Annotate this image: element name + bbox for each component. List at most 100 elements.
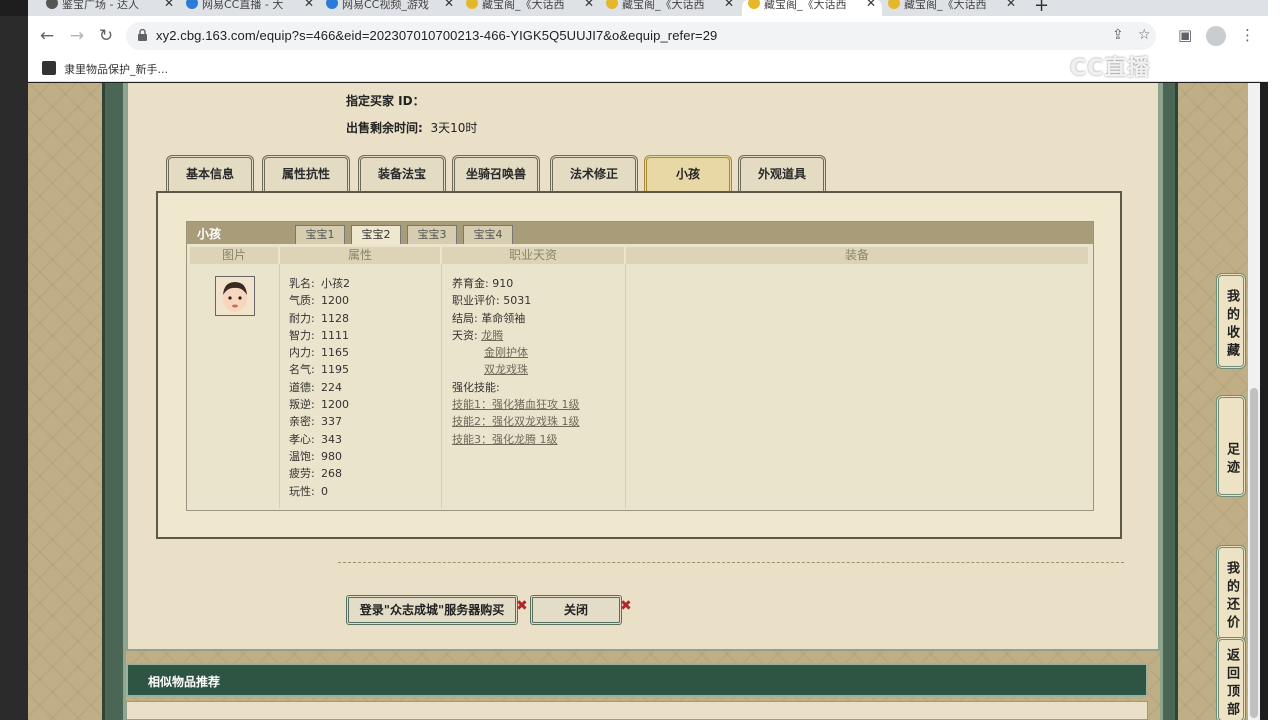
attr-row: 疲劳: 268 — [289, 465, 350, 482]
cbg-favicon-icon — [606, 0, 618, 9]
job-talent-list: 养育金: 910 职业评价: 5031 结局: 革命领袖 天资: 龙腾 金刚护体… — [452, 275, 580, 448]
attr-row: 叛逆: 1200 — [289, 396, 350, 413]
attr-value: 1111 — [321, 328, 349, 342]
forward-icon[interactable]: → — [66, 25, 88, 47]
back-icon[interactable]: ← — [36, 25, 58, 47]
my-offers-button[interactable]: 我的还价 — [1216, 545, 1246, 641]
page-content: 指定买家 ID： 出售剩余时间: 3天10时 基本信息 属性抗性 装备法宝 坐骑… — [28, 83, 1248, 720]
cbg-favicon-icon — [888, 0, 900, 9]
similar-items-title: 相似物品推荐 — [148, 675, 221, 689]
eval-key: 职业评价: — [452, 294, 500, 308]
talent-link[interactable]: 龙腾 — [481, 329, 503, 342]
footprint-button[interactable]: 足迹 — [1216, 395, 1246, 497]
tab-appearance[interactable]: 外观道具 — [738, 155, 826, 191]
scrollbar-thumb[interactable] — [1250, 388, 1258, 718]
left-frame-pillar — [102, 83, 126, 720]
close-button[interactable]: 关闭 — [530, 595, 622, 625]
tab-child[interactable]: 小孩 — [644, 155, 732, 191]
tab-baby-2[interactable]: 宝宝2 — [351, 225, 401, 244]
attr-row: 孝心: 343 — [289, 431, 350, 448]
browser-tab[interactable]: 藏宝阁_《大话西 ✕ — [600, 0, 740, 16]
menu-icon[interactable]: ⋮ — [1240, 26, 1255, 44]
my-favorites-button[interactable]: 我的收藏 — [1216, 273, 1246, 369]
browser-tab[interactable]: 网易CC视频_游戏 ✕ — [320, 0, 460, 16]
stream-watermark: CC直播 — [1070, 56, 1151, 81]
buyer-id-label: 指定买家 ID： — [346, 94, 425, 108]
tab-baby-3[interactable]: 宝宝3 — [407, 225, 457, 244]
child-header: 小孩 宝宝1 宝宝2 宝宝3 宝宝4 — [187, 222, 1093, 244]
tab-strip: 鉴宝广场 - 达人 ✕ 网易CC直播 - 大 ✕ 网易CC视频_游戏 ✕ 藏宝阁_《大… — [28, 0, 1268, 16]
attr-row: 道德: 224 — [289, 379, 350, 396]
tab-spell-correction[interactable]: 法术修正 — [550, 155, 638, 191]
close-icon[interactable]: ✕ — [584, 0, 594, 9]
tab-baby-4[interactable]: 宝宝4 — [463, 225, 513, 244]
url-text[interactable]: xy2.cbg.163.com/equip?s=466&eid=20230701… — [156, 28, 717, 43]
lock-icon — [138, 29, 147, 41]
column-picture: 图片 — [190, 247, 278, 264]
attr-row: 内力: 1165 — [289, 344, 350, 361]
tab-label: 网易CC直播 - 大 — [202, 0, 284, 11]
skill-link[interactable]: 技能2：强化双龙戏珠 1级 — [452, 415, 580, 428]
bookmark-item[interactable]: 隶里物品保护_新手... — [64, 61, 168, 77]
back-to-top-button[interactable]: 返回顶部 — [1216, 637, 1246, 720]
skill-link[interactable]: 技能3：强化龙腾 1级 — [452, 433, 558, 446]
job-row: 双龙戏珠 — [452, 361, 580, 378]
tab-equipment[interactable]: 装备法宝 — [358, 155, 446, 191]
attr-key: 气质: — [289, 294, 315, 308]
attr-value: 224 — [321, 380, 342, 394]
attr-value: 1200 — [321, 398, 349, 412]
skill-key: 强化技能: — [452, 380, 500, 394]
browser-window: 鉴宝广场 - 达人 ✕ 网易CC直播 - 大 ✕ 网易CC视频_游戏 ✕ 藏宝阁_《大… — [0, 0, 1280, 720]
column-divider — [625, 264, 626, 508]
tab-label: 藏宝阁_《大话西 — [482, 0, 565, 11]
browser-tab[interactable]: 网易CC直播 - 大 ✕ — [180, 0, 320, 16]
attr-key: 内力: — [289, 346, 315, 360]
share-icon[interactable]: ⇪ — [1112, 27, 1124, 43]
close-icon[interactable]: ✕ — [1006, 0, 1016, 9]
page-scrollbar[interactable] — [1248, 83, 1260, 720]
attr-key: 智力: — [289, 328, 315, 342]
child-panel: 小孩 宝宝1 宝宝2 宝宝3 宝宝4 图片 属性 职业天资 装备 乳名: 小孩2… — [156, 191, 1122, 539]
column-equipment: 装备 — [626, 247, 1088, 264]
address-bar[interactable]: xy2.cbg.163.com/equip?s=466&eid=20230701… — [126, 22, 1156, 50]
close-icon[interactable]: ✕ — [724, 0, 734, 9]
attr-value: 0 — [321, 484, 328, 498]
star-icon[interactable]: ☆ — [1138, 27, 1151, 43]
talent-link[interactable]: 金刚护体 — [484, 346, 528, 359]
fund-key: 养育金: — [452, 277, 489, 290]
browser-tab[interactable]: 鉴宝广场 - 达人 ✕ — [40, 0, 180, 16]
browser-tab-active[interactable]: 藏宝阁_《大话西 ✕ — [742, 0, 882, 16]
close-icon[interactable]: ✕ — [444, 0, 454, 9]
browser-tab[interactable]: 藏宝阁_《大话西 ✕ — [882, 0, 1022, 16]
tab-basic-info[interactable]: 基本信息 — [166, 155, 254, 191]
close-icon[interactable]: ✕ — [866, 0, 876, 9]
browser-tab[interactable]: 藏宝阁_《大话西 ✕ — [460, 0, 600, 16]
sidepanel-icon[interactable]: ▣ — [1178, 26, 1192, 44]
attr-key: 耐力: — [289, 311, 315, 325]
login-buy-button[interactable]: 登录"众志成城"服务器购买 — [346, 595, 518, 625]
button-ornament-icon: ✖ — [620, 598, 632, 614]
dotted-divider — [338, 562, 1124, 563]
tab-label: 藏宝阁_《大话西 — [764, 0, 847, 11]
tab-attributes[interactable]: 属性抗性 — [262, 155, 350, 191]
close-icon[interactable]: ✕ — [304, 0, 314, 9]
attr-row: 乳名: 小孩2 — [289, 275, 350, 292]
tab-label: 网易CC视频_游戏 — [342, 0, 429, 11]
time-remaining: 出售剩余时间: 3天10时 — [346, 119, 477, 136]
reload-icon[interactable]: ↻ — [95, 25, 117, 47]
tab-mounts-pets[interactable]: 坐骑召唤兽 — [452, 155, 540, 191]
skill-link[interactable]: 技能1：强化猪血狂攻 1级 — [452, 398, 580, 411]
cbg-favicon-icon — [748, 0, 760, 9]
talent-link[interactable]: 双龙戏珠 — [484, 363, 528, 376]
cc-favicon-icon — [186, 0, 198, 9]
tab-label: 藏宝阁_《大话西 — [904, 0, 987, 11]
tab-baby-1[interactable]: 宝宝1 — [295, 225, 345, 244]
attr-key: 名气: — [289, 363, 315, 377]
new-tab-icon[interactable]: + — [1034, 0, 1049, 16]
similar-items-header: 相似物品推荐 — [126, 663, 1148, 697]
desktop-edge — [0, 16, 28, 720]
right-frame-pillar — [1160, 83, 1178, 720]
attr-row: 玩性: 0 — [289, 483, 350, 500]
close-icon[interactable]: ✕ — [164, 0, 174, 9]
profile-avatar[interactable] — [1206, 26, 1226, 46]
